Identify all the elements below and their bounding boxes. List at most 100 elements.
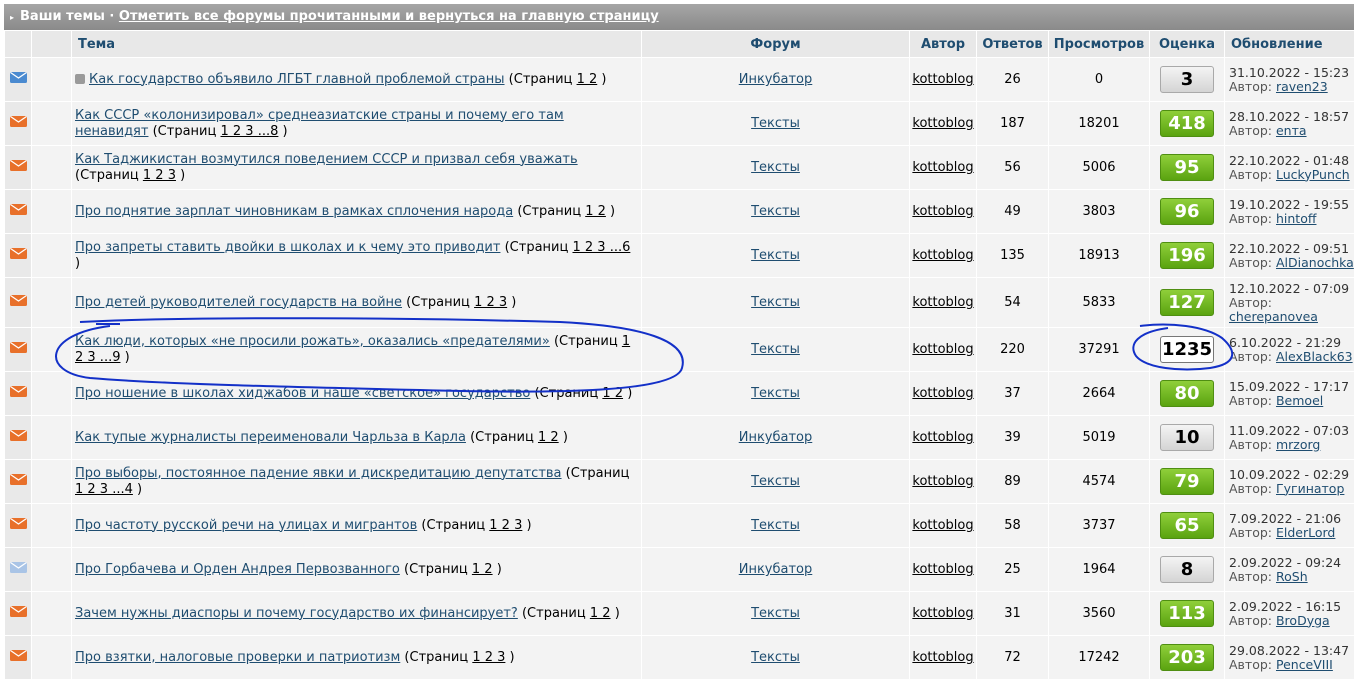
topic-link[interactable]: Как государство объявило ЛГБТ главной пр… [89, 72, 505, 87]
author-link[interactable]: kottoblog [912, 606, 973, 621]
last-author-link[interactable]: BroDyga [1276, 613, 1330, 628]
forum-link[interactable]: Тексты [751, 342, 800, 357]
topic-link[interactable]: Про детей руководителей государств на во… [75, 295, 402, 310]
topic-link[interactable]: Как СССР «колонизировал» среднеазиатские… [75, 108, 564, 139]
topic-link[interactable]: Про Горбачева и Орден Андрея Первозванно… [75, 562, 400, 577]
pages-links[interactable]: 1 2 [577, 72, 598, 87]
author-link[interactable]: kottoblog [912, 650, 973, 665]
author-link[interactable]: kottoblog [912, 204, 973, 219]
header-replies[interactable]: Ответов [976, 30, 1049, 58]
pages-links[interactable]: 1 2 3 [489, 518, 522, 533]
forum-link[interactable]: Тексты [751, 160, 800, 175]
pages-links[interactable]: 1 2 [590, 606, 611, 621]
rating-badge[interactable]: 418 [1160, 110, 1214, 137]
rating-badge[interactable]: 10 [1160, 424, 1214, 451]
forum-link[interactable]: Тексты [751, 650, 800, 665]
author-link[interactable]: kottoblog [912, 248, 973, 263]
last-author-link[interactable]: PenceVIII [1276, 657, 1333, 672]
rating-badge[interactable]: 79 [1160, 468, 1214, 495]
topic-link[interactable]: Как тупые журналисты переименовали Чарль… [75, 430, 466, 445]
header-topic[interactable]: Тема [71, 30, 642, 58]
rating-badge[interactable]: 65 [1160, 512, 1214, 539]
rating-badge[interactable]: 95 [1160, 154, 1214, 181]
author-link[interactable]: kottoblog [912, 386, 973, 401]
header-updated[interactable]: Обновление [1224, 30, 1355, 58]
rating-badge[interactable]: 8 [1160, 556, 1214, 583]
last-author-link[interactable]: AlDianochka [1276, 255, 1354, 270]
topic-link[interactable]: Как люди, которых «не просили рожать», о… [75, 334, 550, 349]
row-status-cell [31, 101, 72, 146]
rating-badge[interactable]: 127 [1160, 289, 1214, 316]
topic-link[interactable]: Про запреты ставить двойки в школах и к … [75, 240, 500, 255]
header-forum[interactable]: Форум [641, 30, 910, 58]
rating-cell: 95 [1149, 145, 1225, 190]
topic-link[interactable]: Про ношение в школах хиджабов и наше «св… [75, 386, 530, 401]
last-author-link[interactable]: mrzorg [1276, 437, 1320, 452]
rating-badge[interactable]: 203 [1160, 644, 1214, 671]
author-link[interactable]: kottoblog [912, 342, 973, 357]
header-rating[interactable]: Оценка [1149, 30, 1225, 58]
pages-links[interactable]: 1 2 3 ...6 [572, 240, 630, 255]
forum-link[interactable]: Тексты [751, 204, 800, 219]
pages-links[interactable]: 1 2 3 ...4 [75, 482, 133, 497]
forum-link[interactable]: Тексты [751, 386, 800, 401]
topic-link[interactable]: Про частоту русской речи на улицах и миг… [75, 518, 417, 533]
forum-link[interactable]: Тексты [751, 116, 800, 131]
forum-link[interactable]: Тексты [751, 518, 800, 533]
pages-links[interactable]: 1 2 3 [472, 650, 505, 665]
last-author-link[interactable]: hintoff [1276, 211, 1316, 226]
last-author-link[interactable]: LuckyPunch [1276, 167, 1350, 182]
pages-links[interactable]: 1 2 [602, 386, 623, 401]
row-status-cell [31, 459, 72, 504]
topic-link[interactable]: Зачем нужны диаспоры и почему государств… [75, 606, 518, 621]
forum-link[interactable]: Инкубатор [739, 72, 813, 87]
envelope-icon [9, 474, 27, 485]
topic-link[interactable]: Про взятки, налоговые проверки и патриот… [75, 650, 400, 665]
last-author-link[interactable]: raven23 [1276, 79, 1328, 94]
topic-link[interactable]: Про выборы, постоянное падение явки и ди… [75, 466, 562, 481]
rating-badge[interactable]: 3 [1160, 66, 1214, 93]
author-link[interactable]: kottoblog [912, 430, 973, 445]
topic-link[interactable]: Про поднятие зарплат чиновникам в рамках… [75, 204, 513, 219]
row-icon-cell [4, 415, 32, 460]
last-author-link[interactable]: enта [1276, 123, 1307, 138]
rating-badge[interactable]: 1235 [1160, 336, 1214, 363]
author-link[interactable]: kottoblog [912, 160, 973, 175]
views-count: 0 [1048, 57, 1150, 102]
pages-links[interactable]: 1 2 3 ...8 [221, 124, 279, 139]
author-link[interactable]: kottoblog [912, 518, 973, 533]
last-author-link[interactable]: AlexBlack63 [1276, 349, 1353, 364]
forum-link[interactable]: Инкубатор [739, 562, 813, 577]
rating-badge[interactable]: 196 [1160, 242, 1214, 269]
views-count: 5006 [1048, 145, 1150, 190]
last-author-link[interactable]: ElderLord [1276, 525, 1335, 540]
last-author-link[interactable]: cherepanovea [1229, 309, 1318, 324]
rating-badge[interactable]: 96 [1160, 198, 1214, 225]
author-link[interactable]: kottoblog [912, 116, 973, 131]
forum-link[interactable]: Тексты [751, 295, 800, 310]
topic-link[interactable]: Как Таджикистан возмутился поведением СС… [75, 152, 578, 167]
last-author-link[interactable]: Гугинатор [1276, 481, 1344, 496]
author-link[interactable]: kottoblog [912, 72, 973, 87]
pages-links[interactable]: 1 2 3 [474, 295, 507, 310]
header-author[interactable]: Автор [909, 30, 977, 58]
header-views[interactable]: Просмотров [1048, 30, 1150, 58]
last-author-link[interactable]: Bemoel [1276, 393, 1323, 408]
rating-badge[interactable]: 80 [1160, 380, 1214, 407]
collapse-arrow-icon[interactable]: ▸ [10, 13, 14, 22]
pages-links[interactable]: 1 2 [538, 430, 559, 445]
last-update-date: 10.09.2022 - 02:29 [1229, 466, 1350, 482]
pages-links[interactable]: 1 2 [585, 204, 606, 219]
forum-link[interactable]: Инкубатор [739, 430, 813, 445]
author-link[interactable]: kottoblog [912, 474, 973, 489]
forum-link[interactable]: Тексты [751, 474, 800, 489]
mark-all-read-link[interactable]: Отметить все форумы прочитанными и верну… [119, 9, 659, 24]
author-link[interactable]: kottoblog [912, 562, 973, 577]
last-author-link[interactable]: RoSh [1276, 569, 1308, 584]
rating-badge[interactable]: 113 [1160, 600, 1214, 627]
forum-link[interactable]: Тексты [751, 606, 800, 621]
pages-links[interactable]: 1 2 [472, 562, 493, 577]
pages-links[interactable]: 1 2 3 [143, 168, 176, 183]
forum-link[interactable]: Тексты [751, 248, 800, 263]
author-link[interactable]: kottoblog [912, 295, 973, 310]
